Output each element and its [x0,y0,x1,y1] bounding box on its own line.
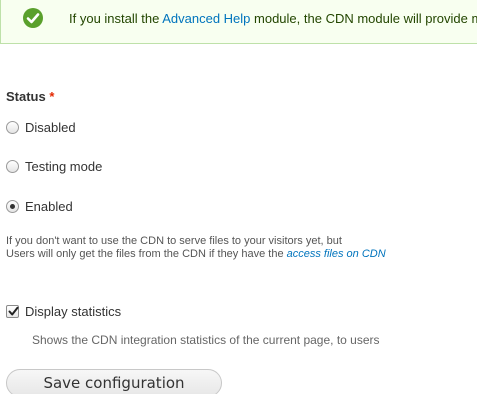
radio-testing-mode-input[interactable] [6,160,19,173]
display-statistics-description: Shows the CDN integration statistics of … [32,333,380,347]
access-files-permission-link[interactable]: access files on CDN [287,248,386,260]
display-statistics-row[interactable]: Display statistics [6,304,121,319]
checkmark-icon [8,306,19,316]
radio-disabled-input[interactable] [6,121,19,134]
message-text: If you install the Advanced Help module,… [69,11,477,26]
radio-disabled[interactable]: Disabled [6,120,76,135]
advanced-help-link[interactable]: Advanced Help [162,11,250,26]
display-statistics-checkbox[interactable] [6,305,19,318]
status-label: Status * [6,89,55,104]
radio-enabled-label[interactable]: Enabled [25,199,73,214]
radio-enabled[interactable]: Enabled [6,199,73,214]
radio-enabled-input[interactable] [6,200,19,213]
radio-testing-mode[interactable]: Testing mode [6,159,102,174]
radio-disabled-label[interactable]: Disabled [25,120,76,135]
status-message: If you install the Advanced Help module,… [0,0,477,44]
required-marker: * [49,89,55,104]
display-statistics-label[interactable]: Display statistics [25,304,121,319]
check-icon [23,8,43,28]
save-configuration-button[interactable]: Save configuration [6,369,222,394]
radio-testing-mode-label[interactable]: Testing mode [25,159,102,174]
status-description: If you don't want to use the CDN to serv… [6,235,386,260]
